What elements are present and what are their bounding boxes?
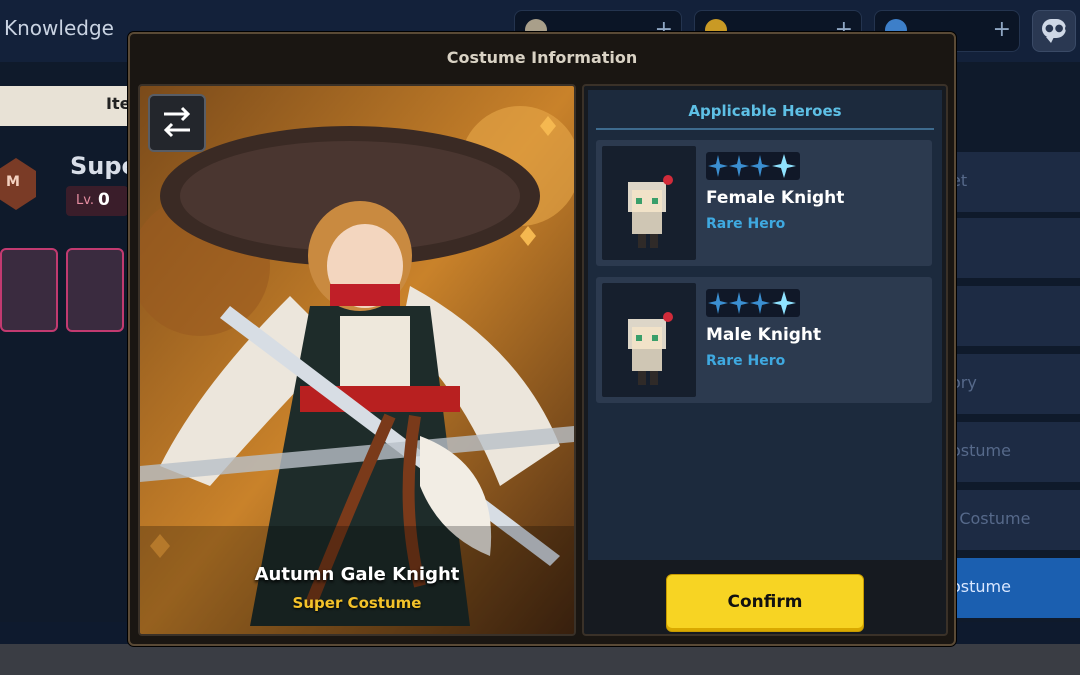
bottom-strip xyxy=(0,644,1080,675)
heroes-header: Applicable Heroes xyxy=(688,102,842,120)
modal-title: Costume Information xyxy=(446,48,638,67)
costume-info-modal: Costume Information Autumn Gale Knight S… xyxy=(128,32,956,646)
left-panel xyxy=(0,62,128,622)
right-menu-item[interactable]: ent Costume xyxy=(928,490,1080,550)
swap-arrows-icon xyxy=(163,106,191,138)
right-menu-item[interactable] xyxy=(955,286,1080,346)
hero-name: Male Knight xyxy=(706,325,822,345)
items-tab-label: Ite xyxy=(106,94,131,113)
hero-rarity: Rare Hero xyxy=(706,216,786,232)
swap-button[interactable] xyxy=(148,94,206,152)
hero-thumbnail[interactable] xyxy=(66,248,124,332)
right-menu-item[interactable]: ory xyxy=(951,354,1080,414)
star-rating xyxy=(706,289,800,317)
items-tab[interactable]: Ite xyxy=(0,86,131,126)
hero-portrait xyxy=(602,146,696,260)
heroes-list: Applicable Heroes Female Knight Rare Her… xyxy=(588,90,942,560)
hero-name: Female Knight xyxy=(706,188,845,208)
star-rating xyxy=(706,152,800,180)
divider xyxy=(596,128,934,130)
plus-icon[interactable]: + xyxy=(993,17,1011,42)
screen-title: Knowledge xyxy=(4,16,114,40)
right-menu-item-active[interactable]: ostume xyxy=(951,558,1080,618)
level-label: Lv. xyxy=(76,193,95,208)
costume-name: Autumn Gale Knight xyxy=(254,564,460,585)
confirm-button[interactable]: Confirm xyxy=(666,574,864,632)
costume-illustration xyxy=(140,86,574,634)
costume-grade: Super Costume xyxy=(292,594,422,612)
hero-card[interactable]: Female Knight Rare Hero xyxy=(596,140,932,266)
right-menu-item[interactable] xyxy=(955,218,1080,278)
chat-button[interactable]: ●●● xyxy=(1032,10,1076,52)
hero-rarity: Rare Hero xyxy=(706,353,786,369)
right-menu-item[interactable]: ostume xyxy=(951,422,1080,482)
confirm-label: Confirm xyxy=(727,592,803,612)
level-value: 0 xyxy=(98,190,110,210)
hero-portrait xyxy=(602,283,696,397)
level-box: Lv. 0 xyxy=(66,186,128,216)
costume-art-frame: Autumn Gale Knight Super Costume xyxy=(138,84,576,636)
hero-thumbnail[interactable] xyxy=(0,248,58,332)
chat-dots: ●●● xyxy=(1045,23,1075,34)
right-menu-item[interactable]: et xyxy=(951,152,1080,212)
hero-card[interactable]: Male Knight Rare Hero xyxy=(596,277,932,403)
applicable-heroes-panel: Applicable Heroes Female Knight Rare Her… xyxy=(582,84,948,636)
